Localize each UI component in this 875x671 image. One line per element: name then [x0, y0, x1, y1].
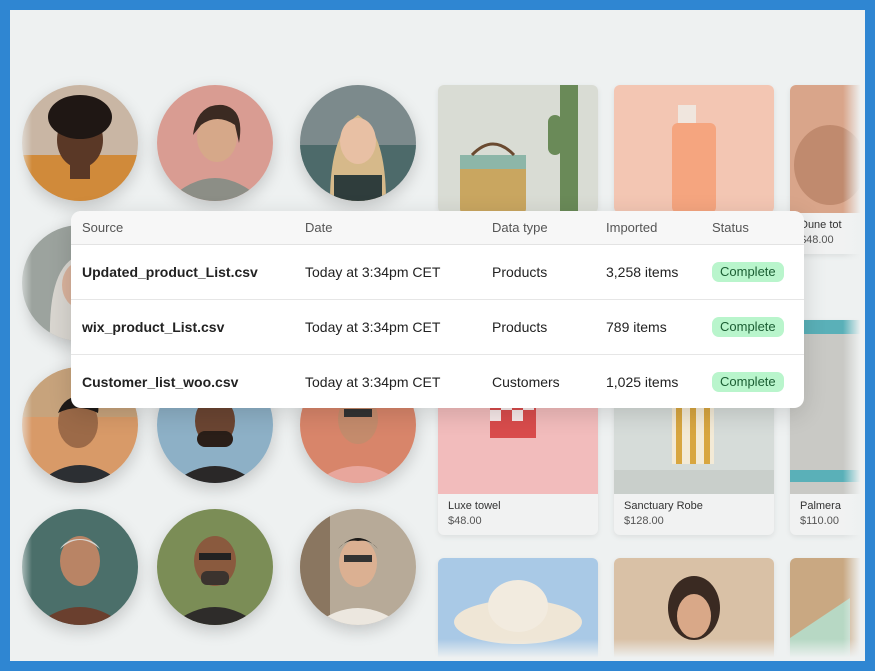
edge-fade — [843, 10, 865, 661]
avatar — [22, 85, 138, 201]
status-badge: Complete — [712, 317, 784, 337]
imported-count: 1,025 items — [606, 374, 679, 390]
product-price: $48.00 — [448, 515, 482, 527]
column-header-date[interactable]: Date — [305, 211, 332, 244]
source-file-name[interactable]: Updated_product_List.csv — [82, 245, 258, 299]
product-image — [438, 85, 598, 213]
showcase-canvas: Dune tot $48.00 Luxe towel $48.00 Sanctuar… — [10, 10, 865, 661]
product-name: Sanctuary Robe — [624, 500, 703, 512]
column-header-data-type[interactable]: Data type — [492, 211, 548, 244]
import-date: Today at 3:34pm CET — [305, 374, 441, 390]
column-header-source[interactable]: Source — [82, 211, 123, 244]
avatar — [22, 509, 138, 625]
edge-fade — [10, 639, 865, 661]
source-file-name[interactable]: Customer_list_woo.csv — [82, 355, 238, 408]
imports-table-card: Source Date Data type Imported Status Up… — [71, 211, 804, 408]
status-badge: Complete — [712, 372, 784, 392]
avatar — [300, 509, 416, 625]
table-row[interactable]: Customer_list_woo.csv Today at 3:34pm CE… — [71, 355, 804, 408]
table-header: Source Date Data type Imported Status — [71, 211, 804, 245]
product-image — [614, 85, 774, 213]
column-header-imported[interactable]: Imported — [606, 211, 657, 244]
table-row[interactable]: wix_product_List.csv Today at 3:34pm CET… — [71, 300, 804, 355]
product-price: $128.00 — [624, 515, 664, 527]
import-date: Today at 3:34pm CET — [305, 264, 441, 280]
avatar — [157, 509, 273, 625]
data-type: Products — [492, 319, 548, 335]
imported-count: 3,258 items — [606, 264, 679, 280]
product-tile[interactable] — [614, 85, 774, 213]
imported-count: 789 items — [606, 319, 667, 335]
product-name: Luxe towel — [448, 500, 501, 512]
avatar — [157, 85, 273, 201]
edge-fade — [10, 10, 32, 661]
import-date: Today at 3:34pm CET — [305, 319, 441, 335]
table-row[interactable]: Updated_product_List.csv Today at 3:34pm… — [71, 245, 804, 300]
status-badge: Complete — [712, 262, 784, 282]
data-type: Products — [492, 264, 548, 280]
data-type: Customers — [492, 374, 560, 390]
avatar — [300, 85, 416, 201]
product-tile[interactable] — [438, 85, 598, 213]
source-file-name[interactable]: wix_product_List.csv — [82, 300, 224, 354]
column-header-status[interactable]: Status — [712, 211, 749, 244]
